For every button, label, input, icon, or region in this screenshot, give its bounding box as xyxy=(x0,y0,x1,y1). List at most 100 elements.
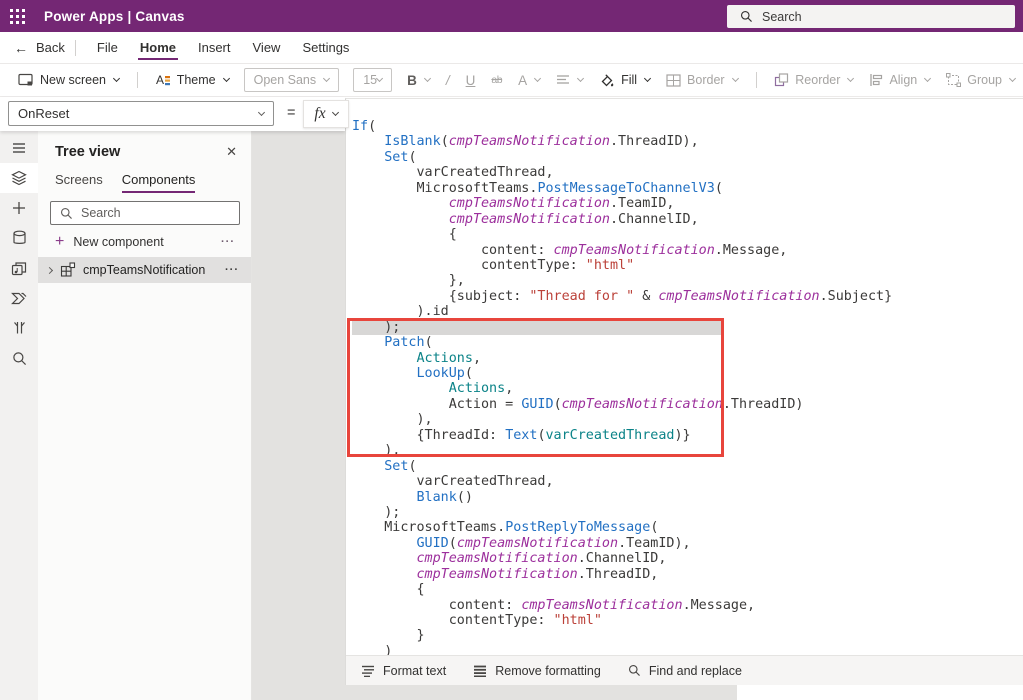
code-line[interactable]: ), xyxy=(352,443,1022,458)
global-search-placeholder: Search xyxy=(762,10,802,24)
insert-icon[interactable] xyxy=(0,193,38,223)
chevron-down-icon xyxy=(577,75,584,82)
italic-button[interactable]: / xyxy=(438,64,458,96)
code-line[interactable]: contentType: "html" xyxy=(352,613,1022,628)
text-align-button[interactable] xyxy=(548,64,591,96)
media-icon[interactable] xyxy=(0,253,38,283)
code-line[interactable]: Blank() xyxy=(352,490,1022,505)
find-and-replace-button[interactable]: Find and replace xyxy=(628,664,742,678)
code-line[interactable]: Patch( xyxy=(352,335,1022,350)
data-icon[interactable] xyxy=(0,223,38,253)
code-line[interactable]: varCreatedThread, xyxy=(352,474,1022,489)
code-line[interactable]: Action = GUID(cmpTeamsNotification.Threa… xyxy=(352,397,1022,412)
component-tree-item[interactable]: cmpTeamsNotification ··· xyxy=(38,257,251,283)
underline-icon: U xyxy=(466,73,476,88)
code-line[interactable]: }, xyxy=(352,273,1022,288)
code-line[interactable]: } xyxy=(352,628,1022,643)
bold-button[interactable]: B xyxy=(399,64,438,96)
search-panel-icon[interactable] xyxy=(0,343,38,373)
hamburger-menu-icon[interactable] xyxy=(0,133,38,163)
theme-button[interactable]: A Theme xyxy=(148,64,237,96)
app-title: Power Apps | Canvas xyxy=(44,9,185,24)
font-size-value: 15 xyxy=(363,73,377,87)
power-automate-icon[interactable] xyxy=(0,283,38,313)
tab-components[interactable]: Components xyxy=(122,168,196,194)
global-search-box[interactable]: Search xyxy=(727,5,1015,28)
code-line[interactable]: cmpTeamsNotification.TeamID, xyxy=(352,196,1022,211)
format-text-button[interactable]: Format text xyxy=(361,664,446,678)
chevron-down-icon xyxy=(424,75,431,82)
code-line[interactable]: { xyxy=(352,582,1022,597)
format-toolbar: New screen A Theme Open Sans 15 B xyxy=(0,64,1023,97)
property-value: OnReset xyxy=(18,106,69,121)
align-button[interactable]: Align xyxy=(861,64,938,96)
code-line[interactable]: cmpTeamsNotification.ThreadID, xyxy=(352,567,1022,582)
code-line[interactable]: ); xyxy=(352,320,721,335)
code-line[interactable]: Set( xyxy=(352,459,1022,474)
code-line[interactable]: content: cmpTeamsNotification.Message, xyxy=(352,598,1022,613)
tree-view-icon[interactable] xyxy=(0,163,38,193)
new-component-button[interactable]: + New component ··· xyxy=(38,225,251,257)
font-family-select[interactable]: Open Sans xyxy=(244,68,340,92)
menu-item-view[interactable]: View xyxy=(242,32,292,63)
code-line[interactable]: Set( xyxy=(352,150,1022,165)
menu-item-file[interactable]: File xyxy=(86,32,129,63)
more-options-icon[interactable]: ··· xyxy=(221,236,235,248)
tree-search-box[interactable] xyxy=(50,201,240,225)
code-line[interactable]: GUID(cmpTeamsNotification.TeamID), xyxy=(352,536,1022,551)
new-screen-button[interactable]: New screen xyxy=(10,64,127,96)
code-line[interactable]: MicrosoftTeams.PostReplyToMessage( xyxy=(352,520,1022,535)
fx-icon: fx xyxy=(314,105,325,123)
font-color-button[interactable]: A xyxy=(510,64,548,96)
menu-item-label: Settings xyxy=(302,40,349,55)
code-line[interactable]: LookUp( xyxy=(352,366,1022,381)
code-line[interactable]: If( xyxy=(352,119,1022,134)
fx-button[interactable]: fx xyxy=(303,100,349,128)
code-line[interactable]: ) xyxy=(352,644,1022,655)
remove-formatting-button[interactable]: Remove formatting xyxy=(473,664,601,678)
menu-item-home[interactable]: Home xyxy=(129,32,187,63)
fill-button[interactable]: Fill xyxy=(591,64,658,96)
back-button[interactable]: ← Back xyxy=(14,40,65,56)
more-options-icon[interactable]: ··· xyxy=(225,264,239,276)
code-line[interactable]: Actions, xyxy=(352,351,1022,366)
code-line[interactable]: ).id xyxy=(352,304,1022,319)
code-line[interactable]: varCreatedThread, xyxy=(352,165,1022,180)
back-arrow-icon: ← xyxy=(14,40,28,56)
code-line[interactable]: {subject: "Thread for " & cmpTeamsNotifi… xyxy=(352,289,1022,304)
font-size-select[interactable]: 15 xyxy=(353,68,392,92)
group-button[interactable]: Group xyxy=(938,64,1023,96)
code-line[interactable]: content: cmpTeamsNotification.Message, xyxy=(352,243,1022,258)
menu-item-insert[interactable]: Insert xyxy=(187,32,242,63)
reorder-button[interactable]: Reorder xyxy=(766,64,861,96)
code-line[interactable]: cmpTeamsNotification.ChannelID, xyxy=(352,551,1022,566)
expand-chevron-icon[interactable] xyxy=(46,266,53,273)
advanced-tools-icon[interactable] xyxy=(0,313,38,343)
menu-divider xyxy=(75,40,76,56)
underline-button[interactable]: U xyxy=(458,64,484,96)
code-line[interactable]: Actions, xyxy=(352,381,1022,396)
align-icon xyxy=(869,73,883,87)
formula-code-area[interactable]: If( IsBlank(cmpTeamsNotification.ThreadI… xyxy=(352,119,1022,655)
svg-text:A: A xyxy=(156,73,164,87)
tab-screens[interactable]: Screens xyxy=(55,168,103,194)
menu-item-label: View xyxy=(253,40,281,55)
waffle-menu-icon[interactable] xyxy=(0,0,34,32)
code-line[interactable]: ); xyxy=(352,505,1022,520)
border-label: Border xyxy=(687,73,725,87)
property-dropdown[interactable]: OnReset xyxy=(8,101,274,126)
code-line[interactable]: MicrosoftTeams.PostMessageToChannelV3( xyxy=(352,181,1022,196)
code-line[interactable]: cmpTeamsNotification.ChannelID, xyxy=(352,212,1022,227)
menu-item-settings[interactable]: Settings xyxy=(291,32,360,63)
border-button[interactable]: Border xyxy=(658,64,746,96)
strikethrough-button[interactable]: ab xyxy=(483,64,510,96)
code-line[interactable]: { xyxy=(352,227,1022,242)
tree-search-input[interactable] xyxy=(81,206,221,220)
back-label: Back xyxy=(36,40,65,55)
code-line[interactable]: IsBlank(cmpTeamsNotification.ThreadID), xyxy=(352,134,1022,149)
close-icon[interactable]: ✕ xyxy=(226,144,237,160)
code-line[interactable]: {ThreadId: Text(varCreatedThread)} xyxy=(352,428,1022,443)
code-line[interactable]: ), xyxy=(352,412,1022,427)
remove-formatting-label: Remove formatting xyxy=(495,664,601,678)
code-line[interactable]: contentType: "html" xyxy=(352,258,1022,273)
